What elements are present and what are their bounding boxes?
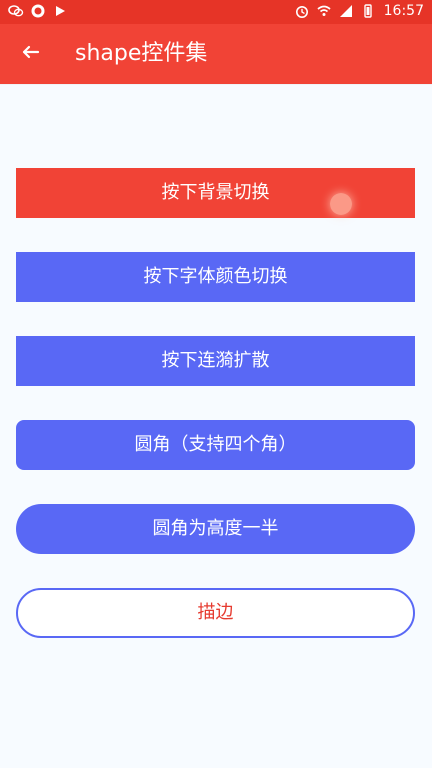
- page-title: shape控件集: [75, 41, 208, 66]
- toolbar: shape控件集: [0, 24, 432, 84]
- ripple-button[interactable]: 按下连漪扩散: [16, 336, 415, 386]
- background-switch-button[interactable]: 按下背景切换: [16, 168, 415, 218]
- battery-icon: [360, 3, 376, 19]
- wifi-icon: [316, 3, 332, 19]
- signal-icon: [338, 3, 354, 19]
- ripple-button-label: 按下连漪扩散: [161, 350, 270, 371]
- wechat-icon: [8, 3, 24, 19]
- text-color-switch-button[interactable]: 按下字体颜色切换: [16, 252, 415, 302]
- stroke-button[interactable]: 描边: [16, 588, 415, 638]
- stroke-button-label: 描边: [197, 602, 234, 623]
- half-height-corners-button[interactable]: 圆角为高度一半: [16, 504, 415, 554]
- text-color-switch-button-label: 按下字体颜色切换: [143, 266, 288, 287]
- status-right-icons: 16:57: [294, 3, 424, 19]
- play-icon: [52, 3, 68, 19]
- nfc-icon: [30, 3, 46, 19]
- half-height-corners-button-label: 圆角为高度一半: [152, 518, 279, 539]
- alarm-icon: [294, 3, 310, 19]
- rounded-corners-button-label: 圆角（支持四个角）: [134, 434, 297, 455]
- status-time: 16:57: [383, 3, 424, 19]
- status-bar: 16:57: [0, 0, 432, 24]
- back-button[interactable]: [18, 42, 42, 66]
- background-switch-button-label: 按下背景切换: [161, 182, 270, 203]
- ripple-indicator: [330, 193, 352, 215]
- status-left-icons: [8, 3, 68, 19]
- rounded-corners-button[interactable]: 圆角（支持四个角）: [16, 420, 415, 470]
- arrow-back-icon: [18, 40, 42, 68]
